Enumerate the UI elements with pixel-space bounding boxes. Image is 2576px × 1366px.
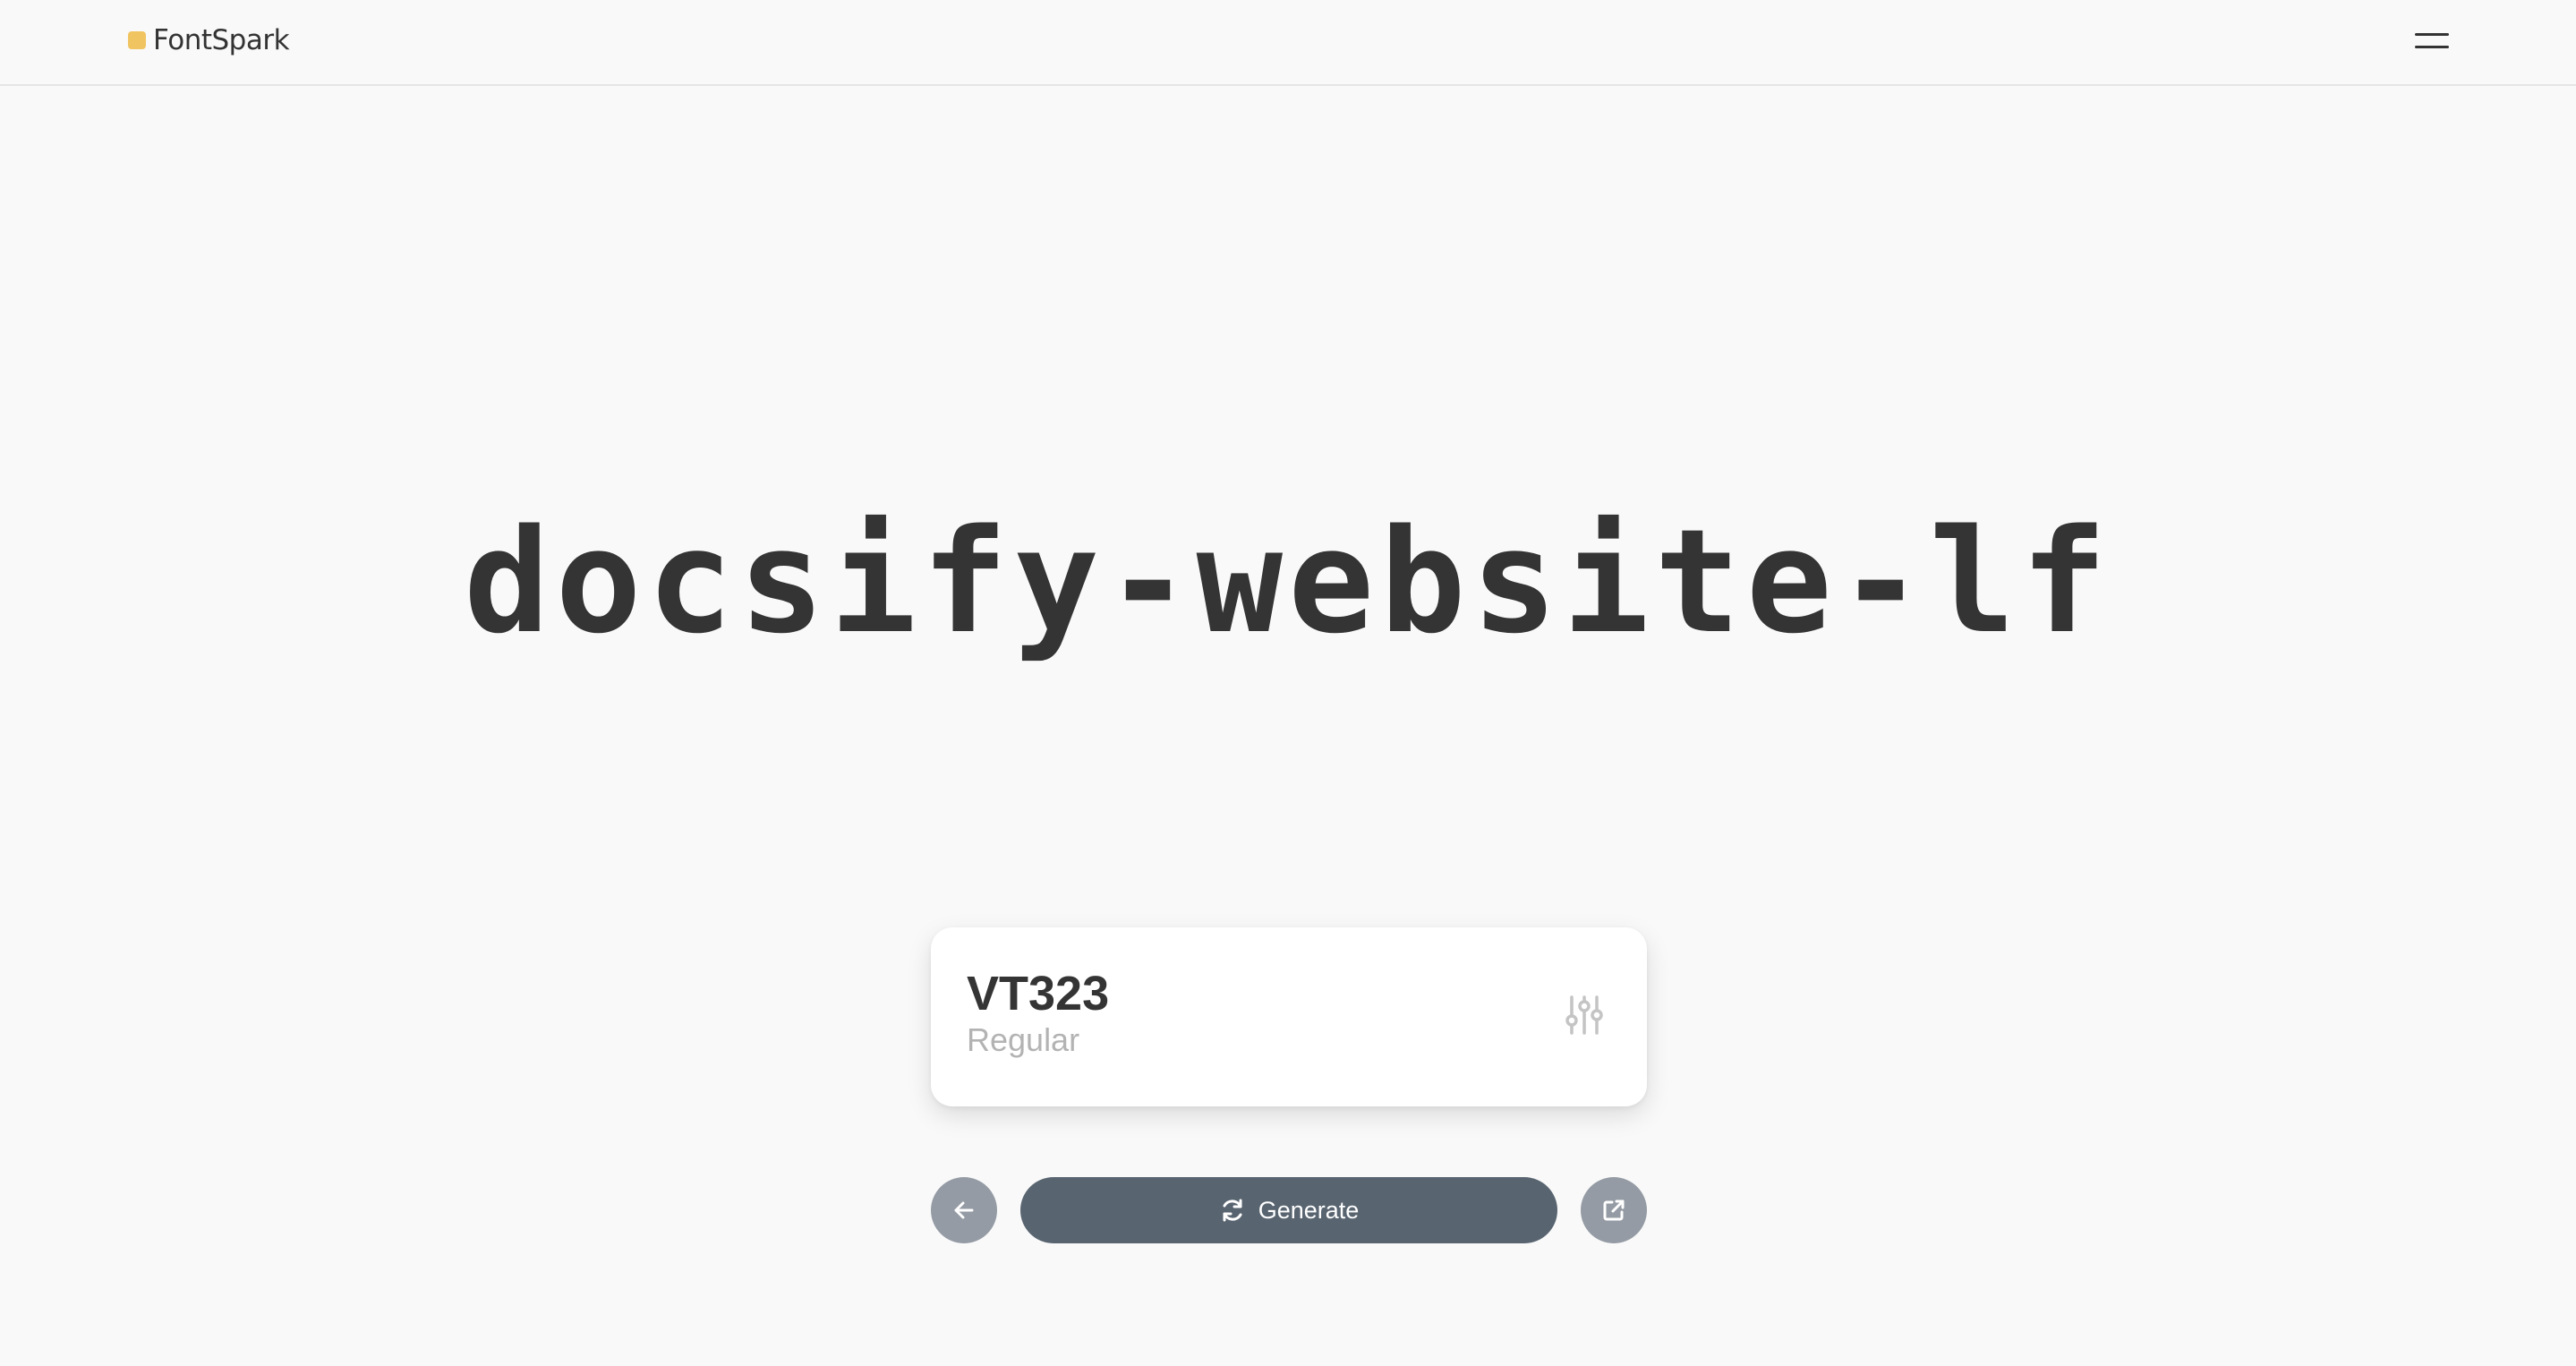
menu-button[interactable]: [2410, 25, 2452, 57]
refresh-icon: [1223, 1199, 1242, 1222]
brand-logo[interactable]: FontSpark: [128, 24, 290, 56]
font-name: VT323: [967, 967, 1110, 1020]
hamburger-menu-icon-line: [2415, 46, 2449, 48]
logo-mark-icon: [128, 31, 146, 49]
arrow-left-icon: [954, 1201, 974, 1219]
generate-label: Generate: [1258, 1196, 1360, 1224]
brand-name: FontSpark: [153, 24, 290, 56]
back-button-icon-wrap: [931, 1177, 997, 1243]
external-link-icon: [1603, 1200, 1625, 1221]
back-button[interactable]: [931, 1177, 997, 1243]
font-style: Regular: [967, 1021, 1080, 1058]
top-bar: FontSpark: [0, 0, 2576, 86]
generate-button[interactable]: Generate: [1020, 1177, 1557, 1243]
preview-text: docsify-website-lf: [464, 498, 2112, 665]
sliders-icon: [1565, 995, 1603, 1035]
font-card: VT323 Regular: [931, 927, 1647, 1106]
control-bar: Generate: [931, 1177, 1647, 1243]
font-settings-button[interactable]: [1557, 988, 1611, 1042]
share-button-icon-wrap: [1581, 1177, 1647, 1243]
font-preview: docsify-website-lf: [0, 501, 2576, 662]
hamburger-menu-icon: [2415, 33, 2449, 36]
open-external-button[interactable]: [1581, 1177, 1647, 1243]
